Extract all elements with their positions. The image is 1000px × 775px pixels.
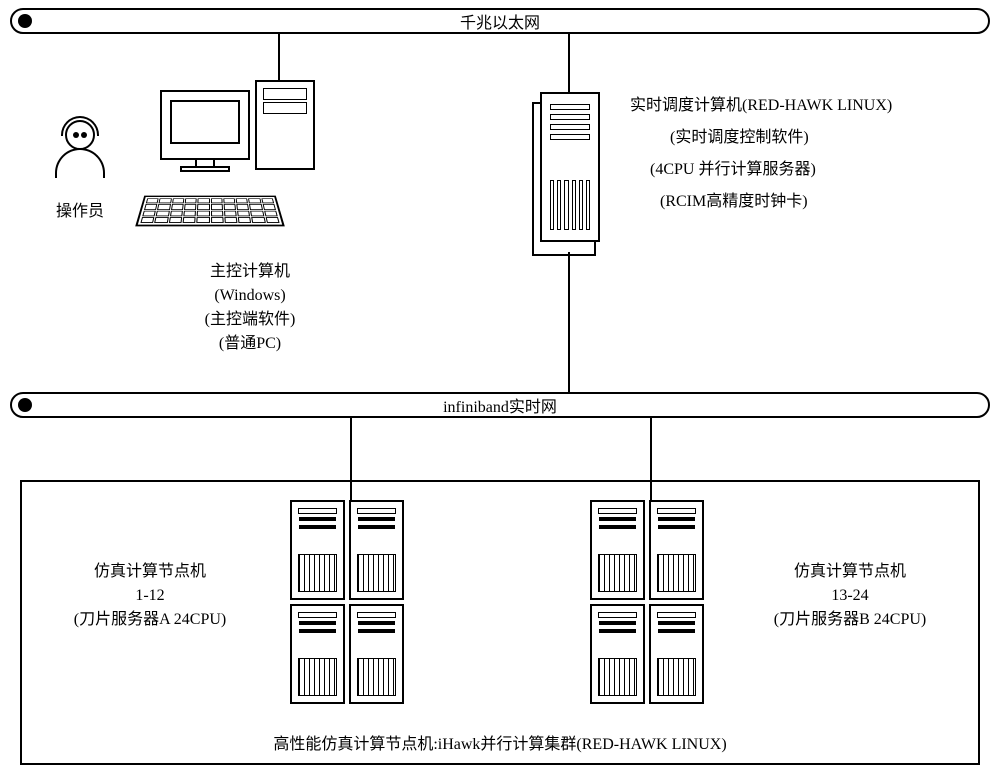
nodeB-line3: (刀片服务器B 24CPU): [740, 608, 960, 632]
nodeB-label: 仿真计算节点机 13-24 (刀片服务器B 24CPU): [740, 560, 960, 632]
pc-line3: (主控端软件): [150, 308, 350, 332]
pc-line4: (普通PC): [150, 332, 350, 356]
bus-endpoint-icon: [18, 14, 32, 28]
master-pc-icon: [160, 90, 250, 172]
scheduler-line3: (4CPU 并行计算服务器): [630, 154, 990, 186]
nodeA-line2: 1-12: [40, 584, 260, 608]
nodeB-line2: 13-24: [740, 584, 960, 608]
nodeA-line1: 仿真计算节点机: [40, 560, 260, 584]
scheduler-server-icon: [540, 92, 610, 252]
nodeB-line1: 仿真计算节点机: [740, 560, 960, 584]
bus-endpoint-icon: [18, 398, 32, 412]
pc-line2: (Windows): [150, 284, 350, 308]
gigabit-ethernet-bus: 千兆以太网: [10, 8, 990, 34]
infiniband-bus: infiniband实时网: [10, 392, 990, 418]
nodeA-label: 仿真计算节点机 1-12 (刀片服务器A 24CPU): [40, 560, 260, 632]
scheduler-line4: (RCIM高精度时钟卡): [630, 186, 990, 218]
nodeA-cluster-icon: [290, 500, 404, 704]
bus-mid-label: infiniband实时网: [443, 393, 557, 417]
operator-icon: [50, 120, 110, 200]
operator-label: 操作员: [35, 200, 125, 224]
link-scheduler-infiniband: [568, 252, 570, 392]
scheduler-line2: (实时调度控制软件): [630, 122, 990, 154]
nodeA-line3: (刀片服务器A 24CPU): [40, 608, 260, 632]
master-pc-label: 主控计算机 (Windows) (主控端软件) (普通PC): [150, 260, 350, 356]
link-scheduler-ethernet: [568, 34, 570, 92]
bus-top-label: 千兆以太网: [460, 9, 540, 33]
pc-line1: 主控计算机: [150, 260, 350, 284]
scheduler-line1: 实时调度计算机(RED-HAWK LINUX): [630, 90, 990, 122]
cluster-caption: 高性能仿真计算节点机:iHawk并行计算集群(RED-HAWK LINUX): [20, 733, 980, 757]
scheduler-label: 实时调度计算机(RED-HAWK LINUX) (实时调度控制软件) (4CPU…: [630, 90, 990, 218]
nodeB-cluster-icon: [590, 500, 704, 704]
